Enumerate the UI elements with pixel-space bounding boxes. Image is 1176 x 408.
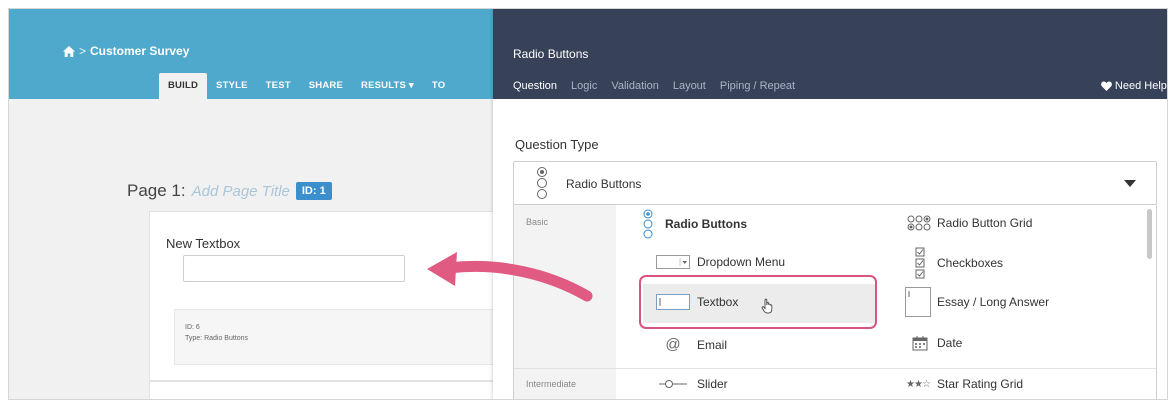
tab-piping-repeat[interactable]: Piping / Repeat	[720, 80, 795, 92]
need-help-label: Need Help?	[1114, 80, 1168, 92]
tab-build[interactable]: BUILD	[159, 73, 208, 99]
question-editor-panel: Radio Buttons Question Logic Validation …	[493, 9, 1168, 399]
calendar-icon	[912, 336, 928, 351]
category-divider	[616, 368, 1156, 369]
option-email[interactable]: @ Email	[653, 336, 727, 353]
pointer-arrow-icon	[427, 252, 593, 302]
question-type-select[interactable]: Radio Buttons	[513, 161, 1157, 205]
chevron-down-icon[interactable]	[1124, 180, 1136, 187]
essay-icon	[905, 287, 931, 317]
star-rating-icon: ★★☆	[906, 378, 931, 390]
option-label: Dropdown Menu	[697, 255, 786, 269]
breadcrumb: > Customer Survey	[63, 44, 189, 58]
option-label: Checkboxes	[937, 256, 1004, 270]
list-scrollbar[interactable]	[1147, 209, 1152, 259]
panel-header: Radio Buttons Question Logic Validation …	[493, 9, 1168, 99]
screenshot-frame: > Customer Survey BUILD STYLE TEST SHARE…	[8, 8, 1168, 400]
tab-validation[interactable]: Validation	[611, 80, 659, 92]
option-label: Star Rating Grid	[937, 377, 1024, 391]
option-label: Radio Buttons	[665, 217, 747, 231]
checkboxes-icon	[915, 247, 925, 279]
tab-style[interactable]: STYLE	[207, 73, 257, 99]
option-essay[interactable]: Essay / Long Answer	[899, 287, 1049, 317]
tab-tools[interactable]: TO	[423, 73, 454, 99]
dropdown-icon	[656, 255, 690, 269]
heart-icon	[1101, 81, 1112, 91]
page-label: Page 1:	[127, 181, 186, 200]
tab-question[interactable]: Question	[513, 80, 557, 92]
option-radio-buttons[interactable]: Radio Buttons	[631, 209, 747, 239]
option-slider[interactable]: Slider	[653, 377, 728, 391]
tab-results[interactable]: RESULTS ▾	[352, 73, 423, 99]
at-icon: @	[665, 336, 681, 353]
radio-buttons-icon	[537, 167, 547, 199]
tab-share[interactable]: SHARE	[300, 73, 352, 99]
question-type: Type: Radio Buttons	[185, 335, 249, 342]
add-page-title-link[interactable]: Add Page Title	[192, 183, 290, 200]
option-checkboxes[interactable]: Checkboxes	[903, 247, 1003, 279]
tab-layout[interactable]: Layout	[673, 80, 706, 92]
option-label: Email	[697, 337, 728, 352]
option-label: Slider	[697, 377, 728, 391]
category-intermediate: Intermediate	[526, 379, 577, 389]
home-icon[interactable]	[63, 45, 75, 57]
radio-buttons-icon	[643, 209, 653, 239]
question-textbox-preview[interactable]	[183, 255, 405, 282]
selected-question-type: Radio Buttons	[566, 177, 642, 191]
textbox-highlight	[639, 275, 877, 329]
option-label: Essay / Long Answer	[937, 295, 1050, 309]
question-id: ID: 6	[185, 324, 200, 331]
question-type-label: Question Type	[515, 137, 599, 152]
hand-cursor-icon	[761, 298, 773, 314]
option-dropdown-menu[interactable]: Dropdown Menu	[653, 255, 785, 269]
option-label: Date	[937, 336, 963, 350]
need-help-link[interactable]: Need Help?	[1101, 80, 1168, 92]
slider-icon	[659, 380, 687, 388]
question-label: New Textbox	[166, 236, 241, 251]
survey-title[interactable]: Customer Survey	[90, 44, 189, 58]
breadcrumb-separator: >	[79, 44, 87, 58]
question-meta: ID: 6 Type: Radio Buttons	[174, 309, 504, 365]
option-radio-button-grid[interactable]: Radio Button Grid	[903, 215, 1032, 231]
option-date[interactable]: Date	[903, 335, 962, 351]
builder-tabs: BUILD STYLE TEST SHARE RESULTS ▾ TO	[159, 73, 454, 99]
option-star-rating-grid[interactable]: ★★☆ Star Rating Grid	[899, 377, 1023, 391]
option-label: Radio Button Grid	[937, 216, 1033, 230]
category-divider-left	[514, 368, 616, 369]
next-question-card[interactable]	[149, 381, 499, 399]
tab-test[interactable]: TEST	[257, 73, 300, 99]
panel-tabs: Question Logic Validation Layout Piping …	[513, 80, 809, 92]
builder-header: > Customer Survey BUILD STYLE TEST SHARE…	[9, 9, 493, 99]
radio-grid-icon	[907, 215, 931, 231]
category-basic: Basic	[526, 217, 549, 227]
tab-logic[interactable]: Logic	[571, 80, 597, 92]
page-id-badge: ID: 1	[295, 182, 332, 200]
panel-title: Radio Buttons	[513, 47, 589, 61]
page-title: Page 1: Add Page Title ID: 1	[127, 181, 332, 201]
